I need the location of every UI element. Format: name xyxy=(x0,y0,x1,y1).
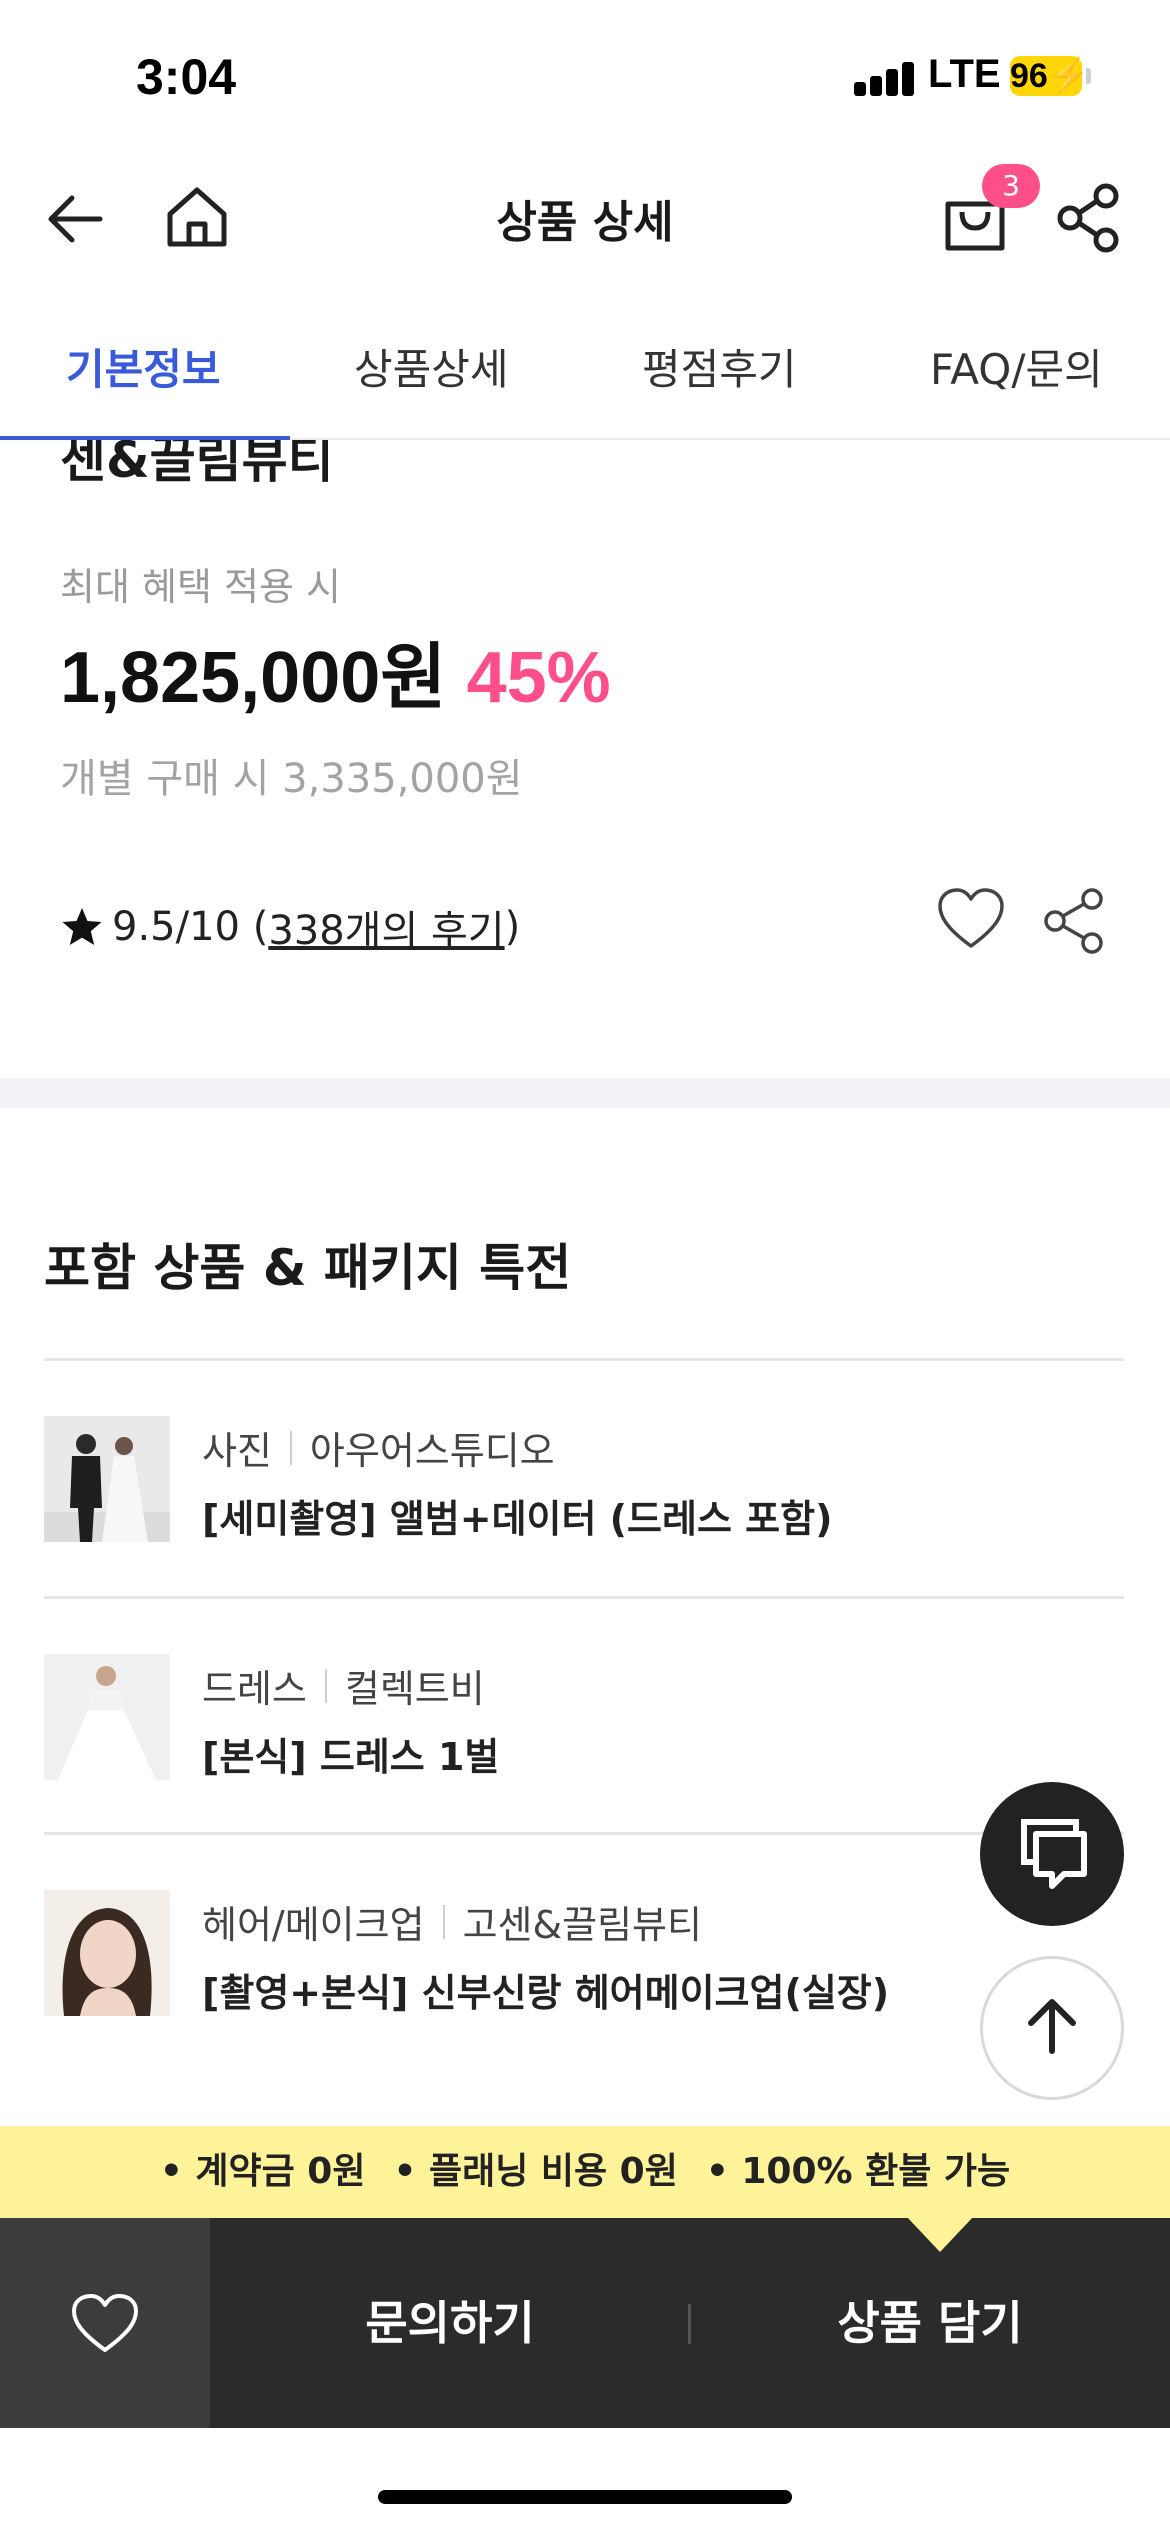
package-item-hair-makeup[interactable]: 헤어/메이크업 고센&끌림뷰티 [촬영+본식] 신부신랑 헤어메이크업(실장) xyxy=(44,1890,1124,2090)
benefit-label: 최대 혜택 적용 시 xyxy=(60,565,341,609)
category-label: 사진 xyxy=(202,1429,272,1473)
home-indicator[interactable] xyxy=(378,2490,792,2504)
tab-reviews[interactable]: 평점후기 xyxy=(642,336,797,397)
network-label: LTE xyxy=(928,52,1001,96)
heart-icon xyxy=(72,2294,138,2352)
arrow-up-icon xyxy=(1028,1999,1076,2054)
package-name: [본식] 드레스 1벌 xyxy=(202,1735,500,1779)
signal-icon xyxy=(854,60,914,96)
vendor-label: 컬렉트비 xyxy=(344,1667,485,1711)
final-price: 1,825,000원 xyxy=(60,638,447,718)
discount-rate: 45% xyxy=(466,638,611,718)
battery-tip xyxy=(1086,68,1091,84)
package-item-photo[interactable]: 사진 아우어스튜디오 [세미촬영] 앨범+데이터 (드레스 포함) xyxy=(44,1416,1124,1616)
category-separator xyxy=(324,1668,327,1703)
status-bar: 3:04 LTE 96⚡ xyxy=(0,0,1170,150)
rating-row: 9.5/10 (338개의 후기) xyxy=(60,898,520,956)
package-category: 드레스 컬렉트비 xyxy=(202,1658,485,1713)
active-tab-indicator xyxy=(0,436,290,440)
price-row: 1,825,000원 45% xyxy=(60,618,611,723)
tab-basic-info[interactable]: 기본정보 xyxy=(66,336,221,397)
share-icon[interactable] xyxy=(1042,886,1106,956)
chat-button[interactable] xyxy=(980,1782,1124,1926)
category-label: 헤어/메이크업 xyxy=(202,1903,425,1947)
battery-level: 96 xyxy=(1010,57,1048,95)
promo-banner: • 계약금 0원 • 플래닝 비용 0원 • 100% 환불 가능 xyxy=(0,2126,1170,2218)
promo-item: • 100% 환불 가능 xyxy=(705,2151,1011,2192)
package-category: 사진 아우어스튜디오 xyxy=(202,1420,555,1475)
bottom-action-bar: 문의하기 상품 담기 xyxy=(0,2216,1170,2428)
cart-count-badge: 3 xyxy=(982,164,1040,208)
divider xyxy=(44,1596,1124,1599)
share-icon[interactable] xyxy=(1056,182,1122,254)
tab-product-detail[interactable]: 상품상세 xyxy=(354,336,509,397)
promo-item: • 플래닝 비용 0원 xyxy=(393,2151,678,2192)
battery-icon: 96⚡ xyxy=(1010,56,1091,96)
status-time: 3:04 xyxy=(136,49,237,105)
tab-bar: 기본정보 상품상세 평점후기 FAQ/문의 xyxy=(0,300,1170,440)
star-icon xyxy=(62,908,102,945)
product-detail-page: 3:04 LTE 96⚡ 상품 상세 3 기본정보 상품상세 평점후기 FAQ/… xyxy=(0,0,1170,2532)
wishlist-button[interactable] xyxy=(0,2218,210,2428)
vendor-label: 고센&끌림뷰티 xyxy=(462,1903,702,1947)
category-label: 드레스 xyxy=(202,1667,307,1711)
inquiry-button[interactable]: 문의하기 xyxy=(210,2218,690,2428)
add-to-cart-button[interactable]: 상품 담기 xyxy=(690,2218,1170,2428)
individual-price: 개별 구매 시 3,335,000원 xyxy=(60,756,523,802)
scroll-to-top-button[interactable] xyxy=(980,1956,1124,2100)
makeup-thumbnail-image xyxy=(44,1890,170,2016)
category-separator xyxy=(289,1430,292,1465)
category-separator xyxy=(442,1904,445,1939)
divider xyxy=(44,1832,1124,1835)
package-name: [촬영+본식] 신부신랑 헤어메이크업(실장) xyxy=(202,1971,890,2015)
dress-thumbnail-image xyxy=(44,1654,170,1780)
chat-icon xyxy=(1021,1819,1087,1889)
package-item-dress[interactable]: 드레스 컬렉트비 [본식] 드레스 1벌 xyxy=(44,1654,1124,1854)
review-count-link[interactable]: 338개의 후기 xyxy=(268,898,504,956)
package-section-title: 포함 상품 & 패키지 특전 xyxy=(44,1239,572,1297)
heart-icon[interactable] xyxy=(936,886,1006,952)
rating-score: 9.5/10 ( xyxy=(112,904,269,950)
vendor-label: 아우어스튜디오 xyxy=(309,1429,555,1473)
header: 상품 상세 3 xyxy=(0,150,1170,285)
photo-thumbnail-image xyxy=(44,1416,170,1542)
divider xyxy=(44,1358,1124,1361)
package-category: 헤어/메이크업 고센&끌림뷰티 xyxy=(202,1894,702,1949)
promo-item: • 계약금 0원 xyxy=(159,2151,366,2192)
tab-faq[interactable]: FAQ/문의 xyxy=(930,336,1103,397)
section-divider xyxy=(0,1078,1170,1108)
package-name: [세미촬영] 앨범+데이터 (드레스 포함) xyxy=(202,1497,833,1541)
rating-close: ) xyxy=(504,904,521,950)
